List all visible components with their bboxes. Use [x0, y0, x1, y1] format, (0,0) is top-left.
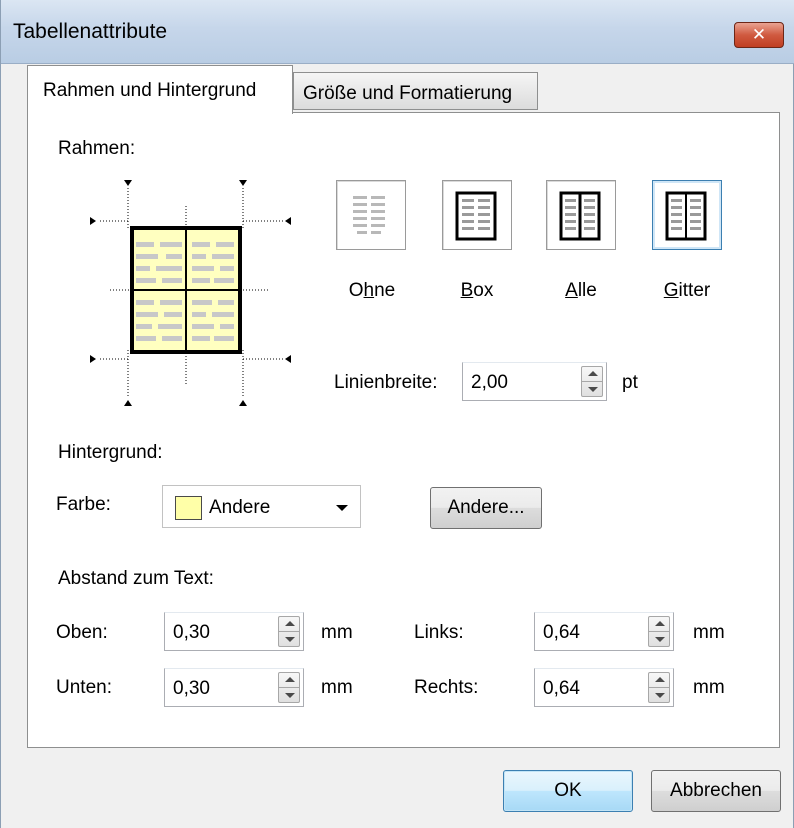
border-grid-label: Gitter [642, 280, 732, 302]
color-swatch [175, 496, 202, 520]
border-box-button[interactable] [442, 180, 512, 250]
label-text: Gitter [663, 280, 711, 301]
spin-up-icon[interactable] [588, 371, 598, 376]
top-spacing-unit: mm [321, 622, 353, 643]
spin-down-icon[interactable] [285, 693, 295, 698]
button-label: Abbrechen [670, 780, 762, 801]
border-box-icon [455, 191, 497, 241]
bottom-spacing-spinner[interactable] [278, 672, 300, 703]
top-spacing-label: Oben: [56, 622, 108, 643]
label-text: Alle [565, 280, 597, 301]
spin-down-icon[interactable] [588, 387, 598, 392]
top-spacing-input[interactable]: 0,30 [164, 612, 304, 651]
spin-up-icon[interactable] [655, 621, 665, 626]
group-divider [186, 452, 762, 453]
spin-up-icon[interactable] [655, 677, 665, 682]
right-spacing-label: Rechts: [414, 677, 479, 698]
abstand-group-label: Abstand zum Text: [58, 568, 222, 590]
line-width-value: 2,00 [471, 372, 508, 393]
border-all-button[interactable] [546, 180, 616, 250]
border-all-label: Alle [536, 280, 626, 302]
bottom-spacing-value: 0,30 [173, 678, 210, 699]
border-grid-button[interactable] [652, 180, 722, 250]
right-spacing-input[interactable]: 0,64 [534, 668, 674, 707]
line-width-label: Linienbreite: [334, 372, 438, 393]
line-width-spinner[interactable] [581, 366, 603, 397]
spin-down-icon[interactable] [655, 637, 665, 642]
close-icon: ✕ [751, 25, 767, 44]
group-divider [156, 148, 762, 149]
left-spacing-spinner[interactable] [648, 616, 670, 647]
label-text: Box [460, 280, 494, 301]
table-attributes-dialog: Tabellenattribute ✕ Größe und Formatieru… [0, 0, 794, 828]
line-width-unit: pt [622, 372, 638, 393]
border-preview[interactable] [88, 178, 293, 410]
rahmen-group-label: Rahmen: [58, 138, 144, 160]
border-none-button[interactable] [336, 180, 406, 250]
spin-up-icon[interactable] [285, 621, 295, 626]
close-button[interactable]: ✕ [734, 22, 784, 48]
color-dropdown-value: Andere [209, 497, 271, 518]
right-spacing-unit: mm [693, 677, 725, 698]
tab-label: Rahmen und Hintergrund [43, 80, 257, 101]
tab-groesse-und-formatierung[interactable]: Größe und Formatierung [293, 72, 538, 110]
group-divider [246, 578, 762, 579]
border-box-label: Box [432, 280, 522, 302]
tab-rahmen-und-hintergrund[interactable]: Rahmen und Hintergrund [27, 65, 293, 114]
ok-button[interactable]: OK [503, 770, 633, 812]
left-spacing-input[interactable]: 0,64 [534, 612, 674, 651]
chevron-down-icon [336, 505, 348, 511]
right-spacing-value: 0,64 [543, 678, 580, 699]
border-none-label: Ohne [327, 280, 417, 302]
hintergrund-group-label: Hintergrund: [58, 442, 171, 464]
color-label: Farbe: [56, 494, 111, 515]
right-spacing-spinner[interactable] [648, 672, 670, 703]
left-spacing-unit: mm [693, 622, 725, 643]
button-label: OK [554, 780, 582, 801]
bottom-spacing-unit: mm [321, 677, 353, 698]
tab-label: Größe und Formatierung [303, 83, 513, 104]
border-none-icon [353, 196, 385, 234]
border-all-icon [559, 191, 601, 241]
cancel-button[interactable]: Abbrechen [651, 770, 781, 812]
top-spacing-spinner[interactable] [278, 616, 300, 647]
dialog-title: Tabellenattribute [13, 20, 168, 43]
bottom-spacing-label: Unten: [56, 677, 112, 698]
line-width-input[interactable]: 2,00 [462, 362, 607, 401]
tab-panel: Rahmen: Ohne Box Alle Gitter Linienbreit… [27, 112, 780, 748]
label-text: Ohne [348, 280, 396, 301]
border-grid-icon [665, 191, 707, 241]
bottom-spacing-input[interactable]: 0,30 [164, 668, 304, 707]
top-spacing-value: 0,30 [173, 622, 210, 643]
left-spacing-label: Links: [414, 622, 464, 643]
spin-down-icon[interactable] [285, 637, 295, 642]
button-label: Andere... [447, 497, 525, 518]
other-color-button[interactable]: Andere... [430, 487, 542, 529]
spin-down-icon[interactable] [655, 693, 665, 698]
color-dropdown[interactable]: Andere [162, 485, 361, 528]
left-spacing-value: 0,64 [543, 622, 580, 643]
border-preview-graphic [90, 180, 291, 406]
spin-up-icon[interactable] [285, 677, 295, 682]
title-bar: Tabellenattribute ✕ [1, 0, 794, 64]
